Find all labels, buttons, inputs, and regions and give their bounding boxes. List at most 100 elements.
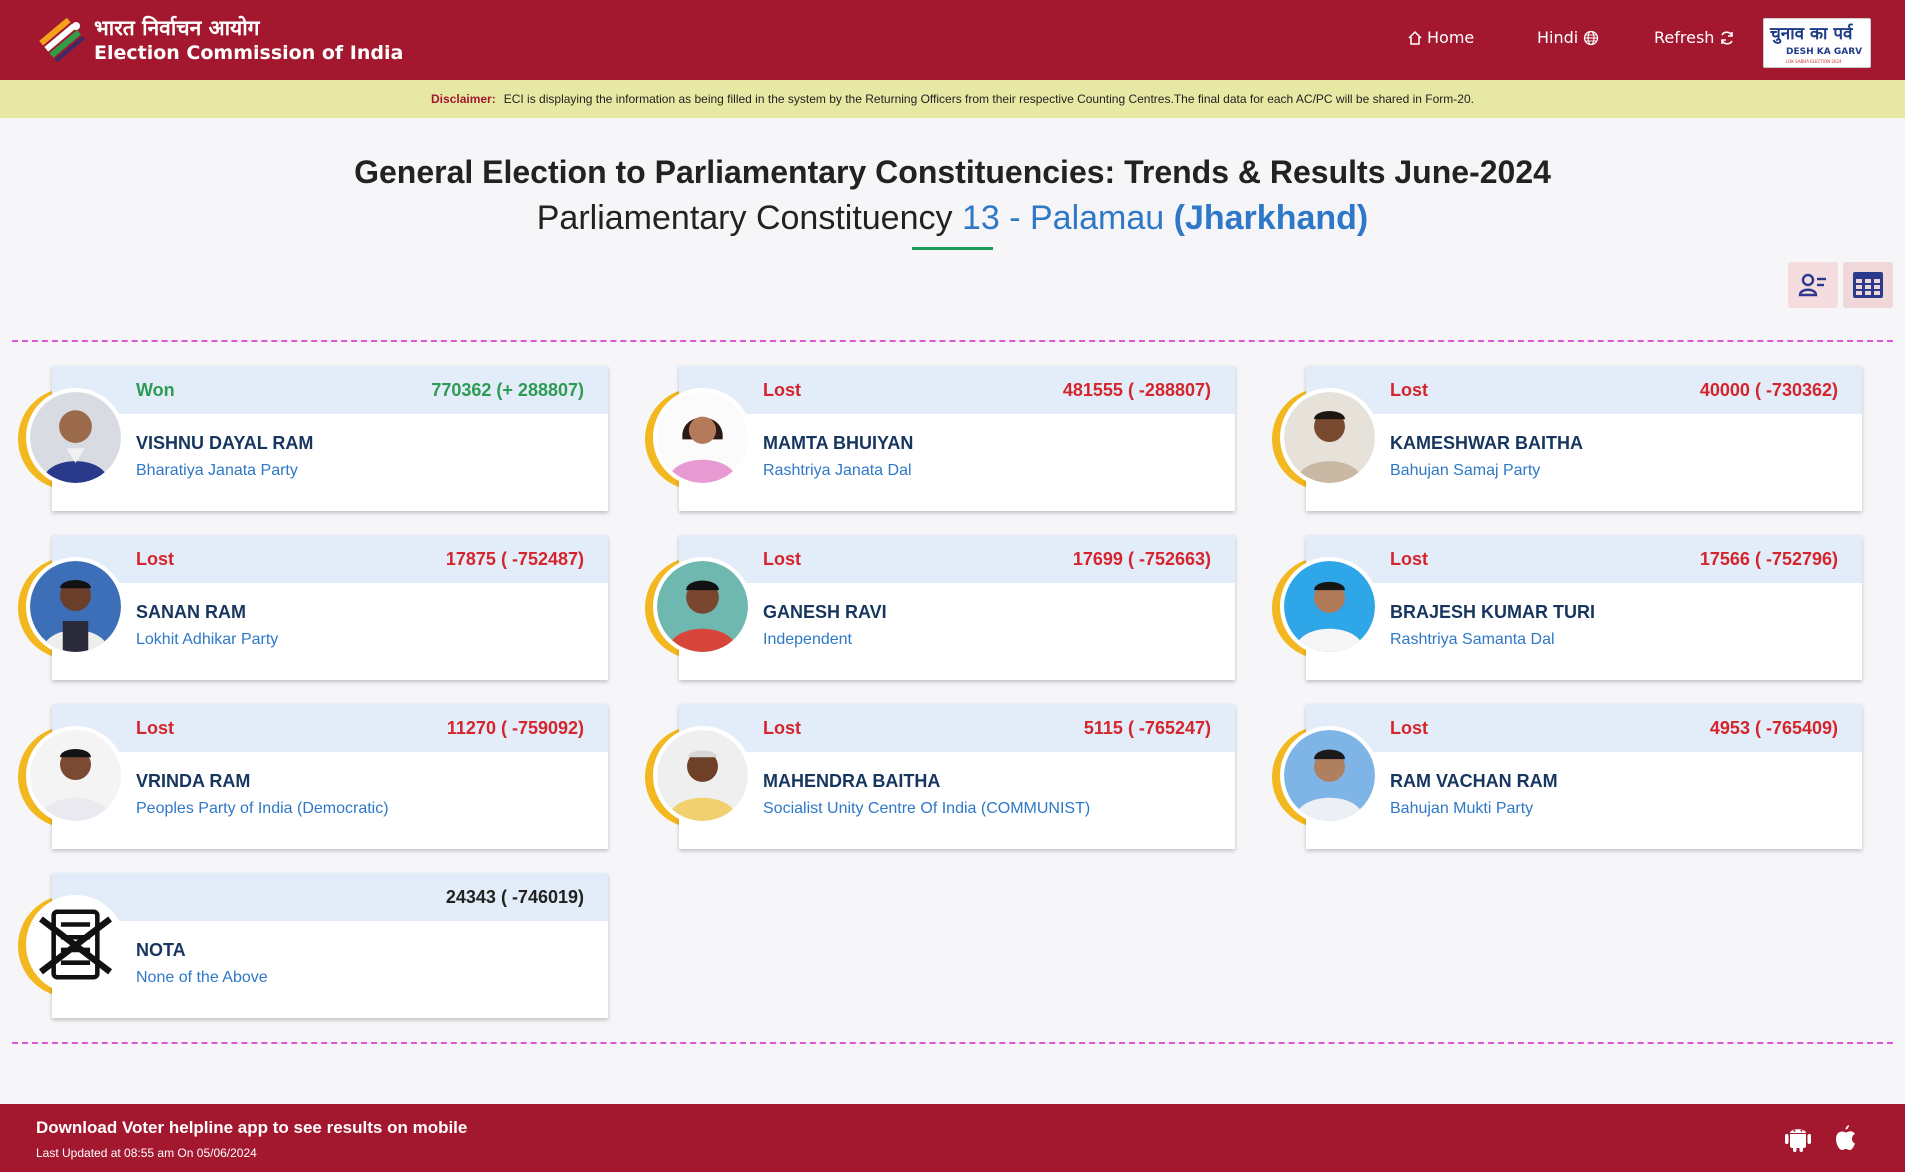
party-name: Socialist Unity Centre Of India (COMMUNI… [763, 800, 1091, 817]
result-status: Lost [763, 718, 801, 738]
table-icon [1853, 272, 1883, 298]
result-status: Lost [136, 718, 174, 738]
apple-icon[interactable] [1830, 1122, 1862, 1154]
card-view-button[interactable] [1788, 262, 1838, 308]
nav-hindi-link[interactable]: Hindi [1537, 28, 1599, 47]
party-name: Bahujan Samaj Party [1390, 462, 1541, 479]
org-name-english: Election Commission of India [94, 42, 404, 64]
footer: Download Voter helpline app to see resul… [0, 1104, 1905, 1172]
badge-tiny-text: LOK SABHA ELECTION 2024 [1786, 59, 1842, 64]
badge-english-text: DESH KA GARV [1786, 47, 1863, 57]
card-body: Lost 4953 ( -765409) RAM VACHAN RAM Bahu… [1306, 704, 1862, 849]
footer-app-promo: Download Voter helpline app to see resul… [36, 1118, 468, 1137]
title-underline [912, 247, 993, 250]
nav-refresh-button[interactable]: Refresh [1654, 28, 1735, 47]
candidate-name: RAM VACHAN RAM [1390, 771, 1558, 791]
card-header: Lost 17566 ( -752796) [1306, 535, 1862, 583]
vote-count: 17566 ( -752796) [1699, 549, 1838, 569]
party-name: Bharatiya Janata Party [136, 462, 298, 479]
card-body: Lost 17566 ( -752796) BRAJESH KUMAR TURI… [1306, 535, 1862, 680]
refresh-icon [1721, 30, 1734, 45]
card-header: Lost 17699 ( -752663) [679, 535, 1235, 583]
party-name: Peoples Party of India (Democratic) [136, 800, 389, 817]
badge-hindi-text: चुनाव का पर्व [1770, 24, 1853, 44]
disclaimer-text: ECI is displaying the information as bei… [503, 92, 1474, 106]
candidate-photo [26, 726, 125, 825]
candidate-card[interactable]: Lost 17875 ( -752487) SANAN RAM Lokhit A… [0, 535, 620, 683]
card-header: Lost 40000 ( -730362) [1306, 366, 1862, 414]
result-status: Lost [763, 380, 801, 400]
result-status: Lost [763, 549, 801, 569]
candidate-photo [1280, 557, 1379, 656]
vote-count: 770362 (+ 288807) [431, 380, 584, 400]
org-name-hindi: भारत निर्वाचन आयोग [94, 16, 260, 40]
candidate-name: MAHENDRA BAITHA [763, 771, 941, 791]
candidate-name: GANESH RAVI [763, 602, 887, 622]
ballot-logo-icon [39, 17, 85, 63]
candidate-card[interactable]: Lost 17566 ( -752796) BRAJESH KUMAR TURI… [1254, 535, 1874, 683]
table-view-button[interactable] [1843, 262, 1893, 308]
candidate-name: SANAN RAM [136, 602, 246, 622]
vote-count: 11270 ( -759092) [446, 718, 584, 738]
disclaimer-banner: Disclaimer: ECI is displaying the inform… [0, 80, 1905, 118]
constituency-prefix: Parliamentary Constituency [536, 199, 953, 237]
card-body: Lost 40000 ( -730362) KAMESHWAR BAITHA B… [1306, 366, 1862, 511]
card-body: Lost 11270 ( -759092) VRINDA RAM Peoples… [52, 704, 608, 849]
candidate-photo [26, 388, 125, 487]
constituency-number-name: 13 - Palamau [961, 199, 1165, 237]
vote-count: 24343 ( -746019) [445, 887, 584, 907]
candidate-card[interactable]: Lost 17699 ( -752663) GANESH RAVI Indepe… [627, 535, 1247, 683]
result-status: Lost [1390, 718, 1428, 738]
eci-logo[interactable]: भारत निर्वाचन आयोग Election Commission o… [34, 12, 403, 68]
card-header: Lost 4953 ( -765409) [1306, 704, 1862, 752]
nota-card[interactable]: 24343 ( -746019) NOTA None of the Above [0, 873, 620, 1021]
divider-top [12, 340, 1893, 342]
candidate-card[interactable]: Lost 40000 ( -730362) KAMESHWAR BAITHA B… [1254, 366, 1874, 514]
card-body: Lost 481555 ( -288807) MAMTA BHUIYAN Ras… [679, 366, 1235, 511]
vote-count: 5115 ( -765247) [1083, 718, 1211, 738]
candidate-card[interactable]: Lost 5115 ( -765247) MAHENDRA BAITHA Soc… [627, 704, 1247, 852]
vote-count: 481555 ( -288807) [1062, 380, 1211, 400]
android-icon[interactable] [1782, 1122, 1814, 1154]
disclaimer-label: Disclaimer: [431, 92, 496, 106]
card-header: Lost 481555 ( -288807) [679, 366, 1235, 414]
constituency-state: (Jharkhand) [1173, 199, 1369, 237]
candidate-card[interactable]: Lost 11270 ( -759092) VRINDA RAM Peoples… [0, 704, 620, 852]
result-status: Lost [1390, 549, 1428, 569]
vote-count: 17699 ( -752663) [1072, 549, 1211, 569]
candidate-photo [26, 557, 125, 656]
candidate-name: MAMTA BHUIYAN [763, 433, 914, 453]
vote-count: 4953 ( -765409) [1709, 718, 1838, 738]
top-navbar: भारत निर्वाचन आयोग Election Commission o… [0, 0, 1905, 80]
candidate-photo [1280, 388, 1379, 487]
vote-count: 40000 ( -730362) [1699, 380, 1838, 400]
result-status: Lost [1390, 380, 1428, 400]
vote-count: 17875 ( -752487) [445, 549, 584, 569]
party-name: Independent [763, 631, 852, 648]
candidate-card[interactable]: Lost 4953 ( -765409) RAM VACHAN RAM Bahu… [1254, 704, 1874, 852]
candidate-card[interactable]: Won 770362 (+ 288807) VISHNU DAYAL RAM B… [0, 366, 620, 514]
result-status: Lost [136, 549, 174, 569]
page-title: General Election to Parliamentary Consti… [354, 154, 1551, 190]
card-header: 24343 ( -746019) [52, 873, 608, 921]
party-name: None of the Above [136, 969, 268, 986]
party-name: Rashtriya Janata Dal [763, 462, 912, 479]
card-header: Lost 17875 ( -752487) [52, 535, 608, 583]
globe-icon [1584, 30, 1599, 45]
card-body: Won 770362 (+ 288807) VISHNU DAYAL RAM B… [52, 366, 608, 511]
card-header: Lost 11270 ( -759092) [52, 704, 608, 752]
party-name: Bahujan Mukti Party [1390, 800, 1534, 817]
card-body: Lost 17875 ( -752487) SANAN RAM Lokhit A… [52, 535, 608, 680]
nav-hindi-label: Hindi [1537, 28, 1579, 47]
candidate-card[interactable]: Lost 481555 ( -288807) MAMTA BHUIYAN Ras… [627, 366, 1247, 514]
card-header: Lost 5115 ( -765247) [679, 704, 1235, 752]
nav-refresh-label: Refresh [1654, 28, 1715, 47]
card-body: 24343 ( -746019) NOTA None of the Above [52, 873, 608, 1018]
card-header: Won 770362 (+ 288807) [52, 366, 608, 414]
desh-ka-garv-logo: चुनाव का पर्व DESH KA GARV LOK SABHA ELE… [1763, 18, 1871, 68]
nav-home-label: Home [1427, 28, 1475, 47]
constituency-title: Parliamentary Constituency 13 - Palamau … [0, 199, 1905, 238]
last-updated-text: Last Updated at 08:55 am On 05/06/2024 [36, 1146, 257, 1160]
candidate-name: KAMESHWAR BAITHA [1390, 433, 1583, 453]
nav-home-link[interactable]: Home [1407, 28, 1474, 47]
